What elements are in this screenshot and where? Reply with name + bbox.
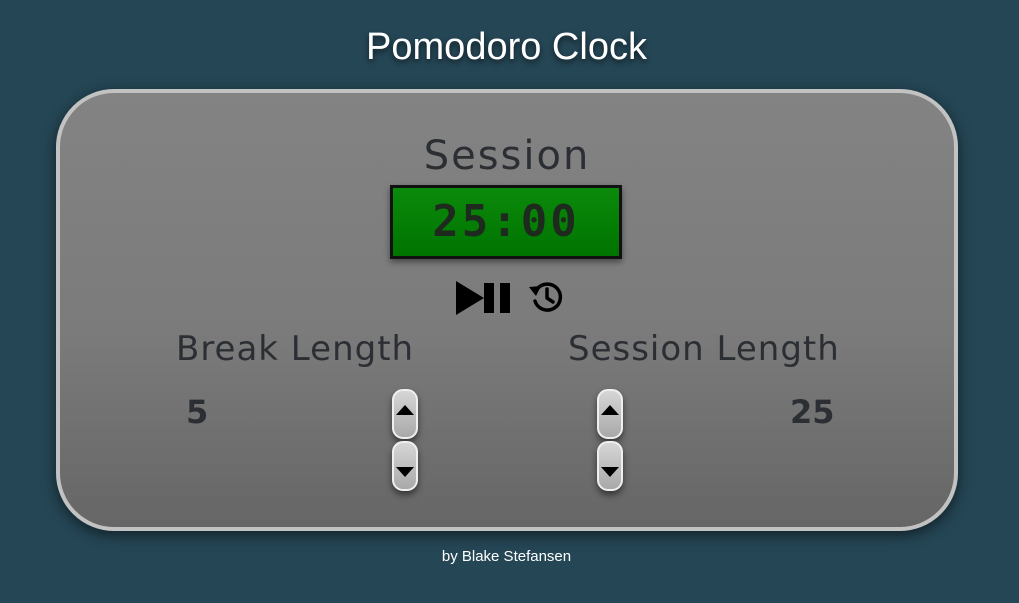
triangle-up-icon [601, 405, 619, 415]
history-reset-icon [529, 282, 563, 312]
clock-panel: Session 25:00 Break Length 5 Session Len… [56, 89, 958, 531]
session-length-value: 25 [790, 393, 835, 431]
triangle-up-icon [396, 405, 414, 415]
page-title: Pomodoro Clock [366, 26, 647, 68]
reset-button[interactable] [528, 278, 566, 321]
timer-mode-label: Session [423, 133, 591, 179]
session-length-label: Session Length [568, 329, 840, 369]
play-pause-icon [456, 281, 510, 315]
session-increment-button[interactable] [597, 389, 623, 439]
break-length-value: 5 [186, 393, 209, 431]
play-pause-button[interactable] [454, 278, 516, 323]
triangle-down-icon [601, 467, 619, 477]
triangle-down-icon [396, 467, 414, 477]
author-credit: by Blake Stefansen [441, 548, 572, 565]
break-decrement-button[interactable] [392, 441, 418, 491]
session-decrement-button[interactable] [597, 441, 623, 491]
break-increment-button[interactable] [392, 389, 418, 439]
timer-display: 25:00 [390, 185, 622, 259]
break-length-label: Break Length [176, 329, 415, 369]
